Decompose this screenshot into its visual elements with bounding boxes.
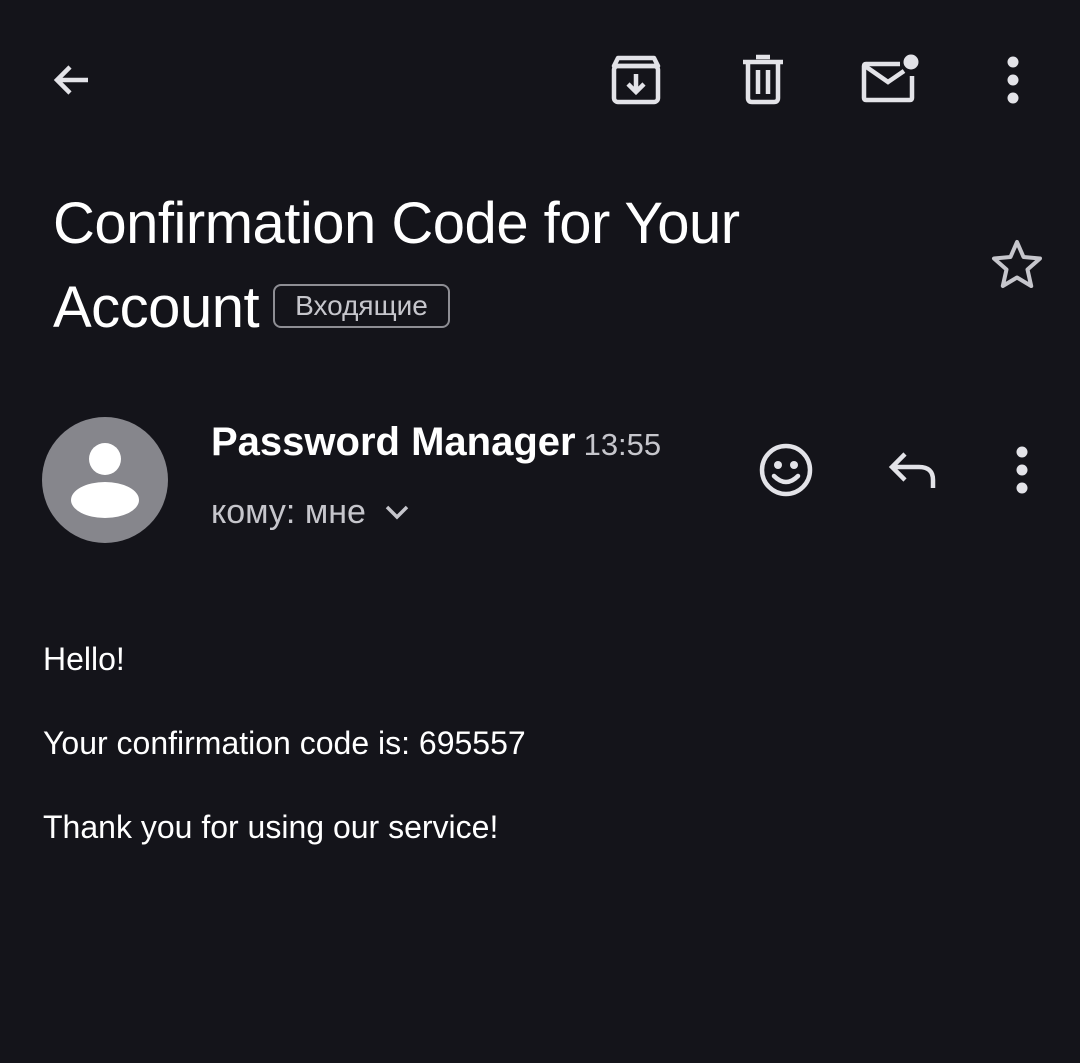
emoji-icon [758, 442, 814, 498]
archive-button[interactable] [594, 38, 678, 122]
more-vert-icon [1014, 446, 1030, 494]
email-body-closing: Thank you for using our service! [43, 809, 499, 845]
message-more-button[interactable] [980, 428, 1064, 512]
top-app-bar [0, 0, 1080, 160]
arrow-left-icon [48, 56, 96, 104]
add-reaction-button[interactable] [744, 428, 828, 512]
sent-time: 13:55 [583, 427, 662, 462]
star-button[interactable] [975, 222, 1059, 306]
more-options-button[interactable] [971, 38, 1055, 122]
mail-unread-icon [860, 54, 920, 106]
email-body-greeting: Hello! [43, 641, 125, 677]
email-subject: Confirmation Code for Your Account Входящ… [53, 182, 953, 350]
recipient-toggle[interactable]: кому: мне [211, 490, 410, 534]
email-body-code: Your confirmation code is: 695557 [43, 725, 526, 761]
person-icon [42, 443, 168, 543]
star-outline-icon [990, 238, 1044, 290]
label-badge-inbox[interactable]: Входящие [273, 283, 450, 328]
delete-button[interactable] [721, 38, 805, 122]
back-button[interactable] [30, 38, 114, 122]
recipient-text: кому: мне [211, 493, 366, 531]
sender-header: Password Manager 13:55 [211, 416, 661, 471]
more-vert-icon [1005, 56, 1021, 104]
trash-icon [739, 54, 787, 106]
reply-button[interactable] [871, 428, 955, 512]
reply-icon [887, 448, 939, 492]
sender-name: Password Manager [211, 420, 576, 464]
chevron-down-icon [384, 504, 410, 520]
archive-icon [610, 54, 662, 106]
sender-avatar[interactable] [42, 417, 168, 543]
mark-unread-button[interactable] [848, 38, 932, 122]
